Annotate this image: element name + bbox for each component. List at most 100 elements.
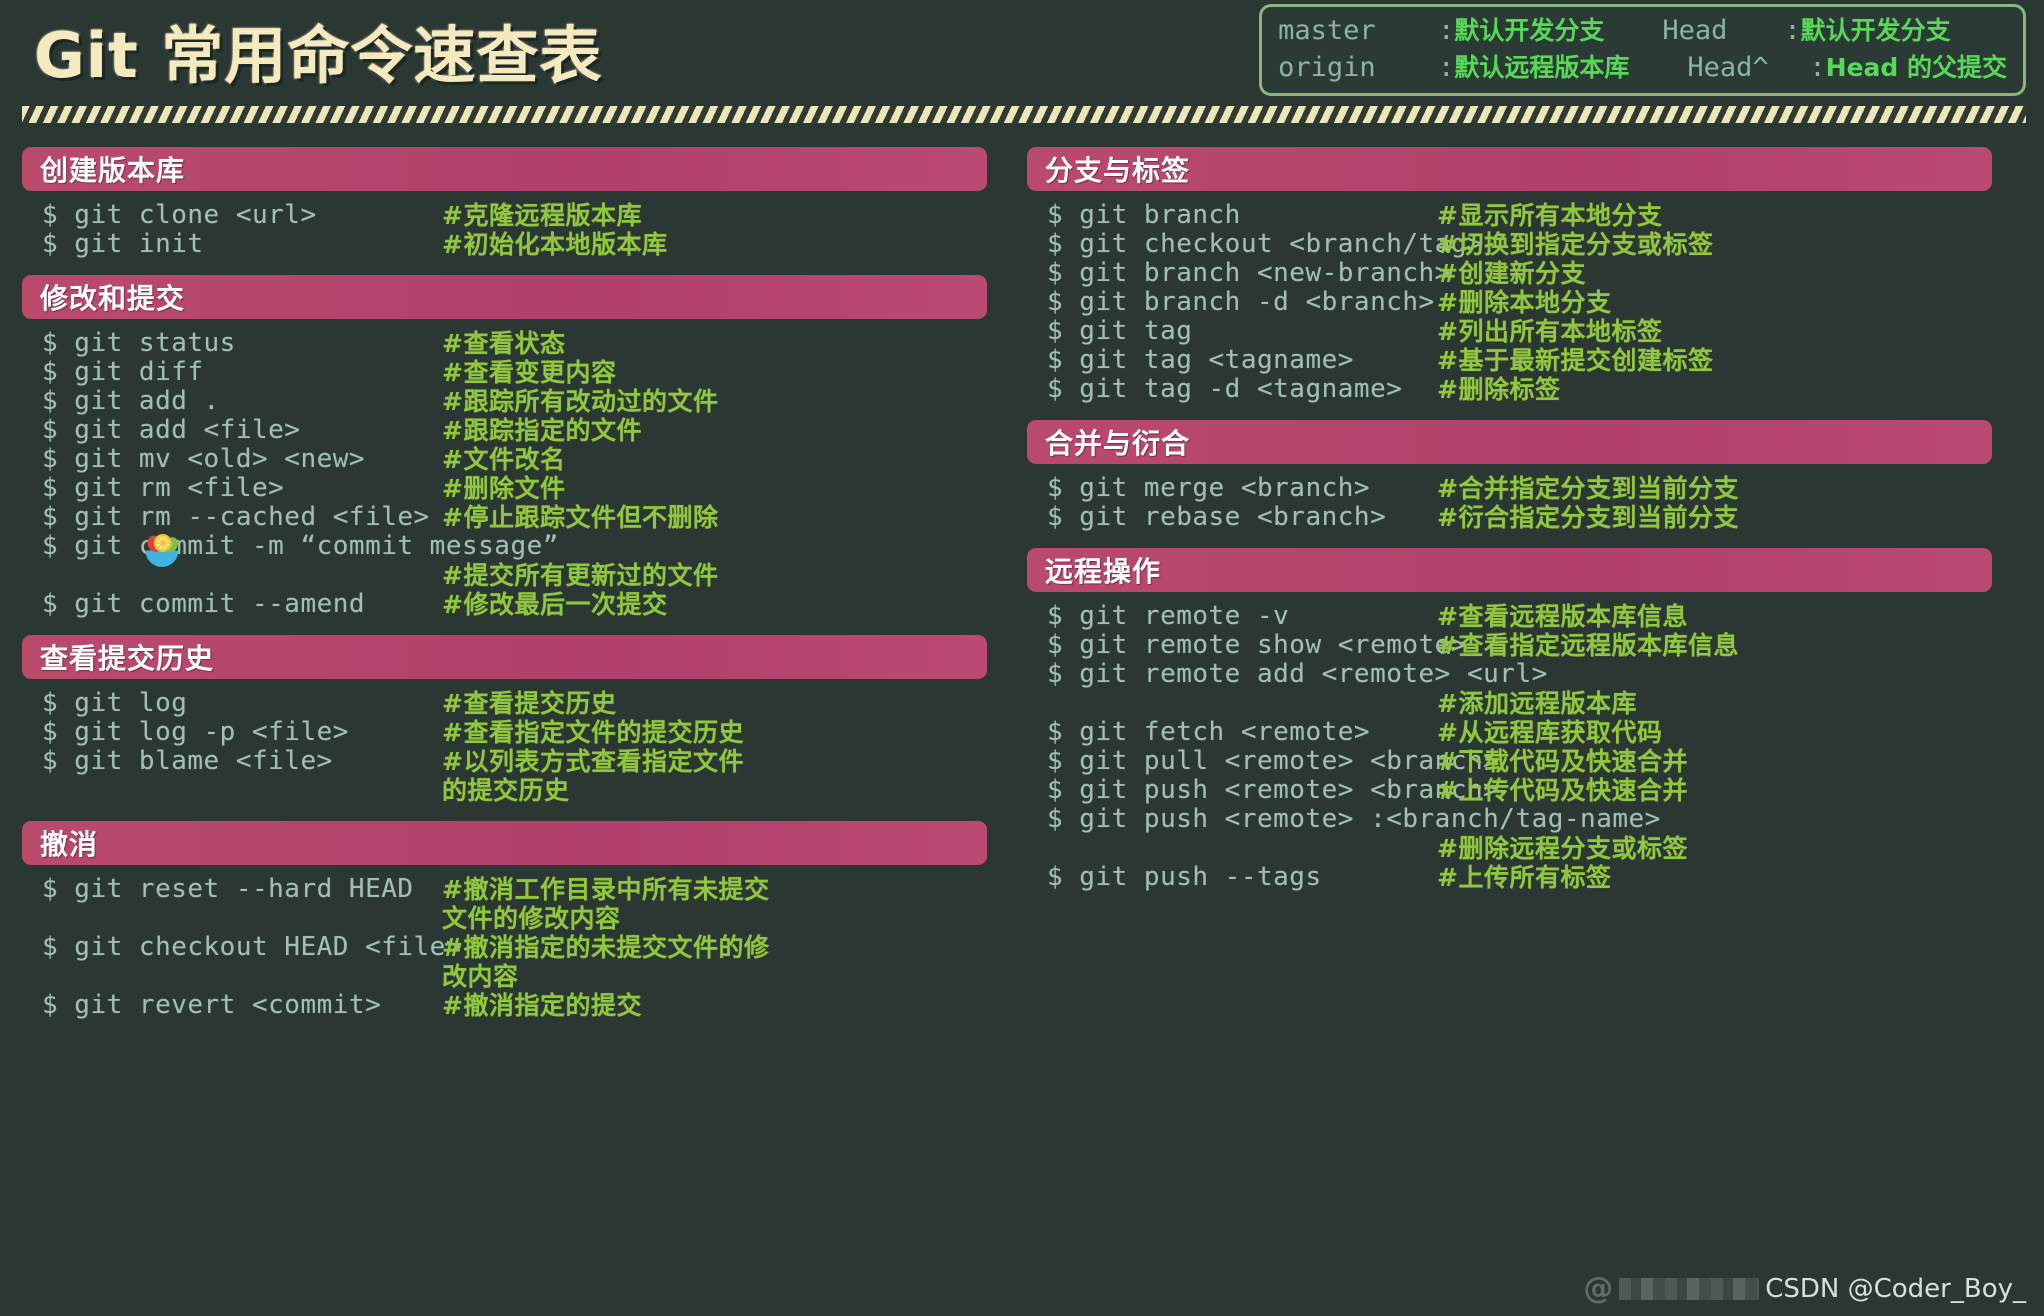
section-header: 合并与衍合 xyxy=(1027,420,1992,464)
comment-text: #提交所有更新过的文件 xyxy=(442,561,719,590)
command-text[interactable]: $ git branch <new-branch> xyxy=(1047,259,1450,288)
comment-text: #查看指定文件的提交历史 xyxy=(442,718,744,747)
comment-text: 文件的修改内容 xyxy=(442,904,621,933)
command-row: $ git remote -v #查看远程版本库信息 xyxy=(1047,602,1992,632)
command-row: $ git rm --cached <file> #停止跟踪文件但不删除 xyxy=(42,503,987,533)
command-section: 远程操作 $ git remote -v #查看远程版本库信息 $ git remot… xyxy=(1027,548,1992,892)
command-row: $ git pull <remote> <branch> #下载代码及快速合并 xyxy=(1047,747,1992,777)
comment-text: #文件改名 xyxy=(442,445,566,474)
command-text[interactable]: $ git push --tags xyxy=(1047,863,1437,892)
command-text[interactable]: $ git rm --cached <file> xyxy=(42,503,442,532)
command-row: $ git tag -d <tagname> #删除标签 xyxy=(1047,375,1992,405)
command-text[interactable]: $ git merge <branch> xyxy=(1047,474,1437,503)
command-row: $ git revert <commit> #撤消指定的提交 xyxy=(42,991,987,1021)
command-row: #删除远程分支或标签 xyxy=(1047,834,1992,863)
comment-text: #删除本地分支 xyxy=(1437,288,1612,317)
command-section: 分支与标签 $ git branch #显示所有本地分支 $ git checkout… xyxy=(1027,147,1992,404)
comment-text: #衍合指定分支到当前分支 xyxy=(1437,503,1739,532)
command-row: $ git mv <old> <new> #文件改名 xyxy=(42,445,987,475)
command-text[interactable]: $ git blame <file> xyxy=(42,747,442,776)
comment-text: #基于最新提交创建标签 xyxy=(1437,346,1714,375)
command-text[interactable]: $ git push <remote> <branch> xyxy=(1047,776,1499,805)
comment-text: #切换到指定分支或标签 xyxy=(1437,230,1714,259)
command-text[interactable]: $ git diff xyxy=(42,358,442,387)
command-text[interactable]: $ git rm <file> xyxy=(42,474,442,503)
at-symbol-icon: @ xyxy=(1583,1271,1614,1306)
command-text[interactable]: $ git revert <commit> xyxy=(42,991,442,1020)
command-text[interactable]: $ git commit --amend xyxy=(42,590,442,619)
comment-text: #列出所有本地标签 xyxy=(1437,317,1663,346)
legend-term-head: Head xyxy=(1662,14,1728,46)
command-text[interactable]: $ git clone <url> xyxy=(42,201,442,230)
comment-text: #修改最后一次提交 xyxy=(442,590,668,619)
section-title: 修改和提交 xyxy=(40,282,186,315)
comment-text: #上传代码及快速合并 xyxy=(1437,776,1688,805)
comment-text: #创建新分支 xyxy=(1437,259,1586,288)
command-text[interactable]: $ git push <remote> :<branch/tag-name> xyxy=(1047,805,1660,834)
command-row: 的提交历史 xyxy=(42,776,987,805)
command-row: $ git log -p <file> #查看指定文件的提交历史 xyxy=(42,718,987,748)
command-text[interactable]: $ git commit -m “commit message” xyxy=(42,532,558,561)
command-text[interactable]: $ git pull <remote> <branch> xyxy=(1047,747,1499,776)
legend-def-head-caret: Head 的父提交 xyxy=(1825,52,2007,82)
comment-text: #显示所有本地分支 xyxy=(1437,201,1663,230)
comment-text: #查看远程版本库信息 xyxy=(1437,602,1688,631)
left-column: 创建版本库 $ git clone <url> #克隆远程版本库 $ git init… xyxy=(22,147,987,1036)
command-text[interactable]: $ git remote show <remote> xyxy=(1047,631,1467,660)
section-title: 合并与衍合 xyxy=(1045,427,1191,460)
comment-text: #查看变更内容 xyxy=(442,358,617,387)
command-text[interactable]: $ git branch xyxy=(1047,201,1437,230)
command-text[interactable]: $ git remote add <remote> <url> xyxy=(1047,660,1547,689)
command-text[interactable]: $ git checkout <branch/tag> xyxy=(1047,230,1483,259)
command-text[interactable]: $ git checkout HEAD <file> xyxy=(42,933,462,962)
command-text[interactable]: $ git branch -d <branch> xyxy=(1047,288,1437,317)
striped-divider xyxy=(22,106,2026,123)
command-text[interactable]: $ git add . xyxy=(42,387,442,416)
command-section: 修改和提交 $ git status #查看状态 $ git diff #查看变更内容 $… xyxy=(22,275,987,619)
command-row: $ git init #初始化本地版本库 xyxy=(42,230,987,260)
comment-text: #撤消指定的未提交文件的修 xyxy=(442,933,770,962)
command-row: $ git rm <file> #删除文件 xyxy=(42,474,987,504)
comment-text: #下载代码及快速合并 xyxy=(1437,747,1688,776)
comment-text: #查看指定远程版本库信息 xyxy=(1437,631,1739,660)
legend-row: master : 默认开发分支 Head : 默认开发分支 xyxy=(1278,14,2007,49)
legend-box: master : 默认开发分支 Head : 默认开发分支 origin : 默… xyxy=(1259,3,2026,97)
command-row: 文件的修改内容 xyxy=(42,904,987,933)
command-text[interactable]: $ git rebase <branch> xyxy=(1047,503,1437,532)
command-text[interactable]: $ git tag -d <tagname> xyxy=(1047,375,1437,404)
section-header: 查看提交历史 xyxy=(22,635,987,679)
comment-text: #克隆远程版本库 xyxy=(442,201,642,230)
comment-text: #跟踪所有改动过的文件 xyxy=(442,387,719,416)
command-list: $ git branch #显示所有本地分支 $ git checkout <bra… xyxy=(1027,191,1992,405)
command-text[interactable]: $ git remote -v xyxy=(1047,602,1437,631)
comment-text: #删除文件 xyxy=(442,474,566,503)
command-text[interactable]: $ git log -p <file> xyxy=(42,718,442,747)
command-row: $ git log #查看提交历史 xyxy=(42,689,987,719)
legend-sep: : xyxy=(1438,51,1455,83)
command-text[interactable]: $ git fetch <remote> xyxy=(1047,718,1437,747)
command-list: $ git clone <url> #克隆远程版本库 $ git init #初始化本… xyxy=(22,191,987,260)
command-text[interactable]: $ git status xyxy=(42,329,442,358)
command-row: #提交所有更新过的文件 xyxy=(42,561,987,590)
comment-text: #撤消指定的提交 xyxy=(442,991,642,1020)
command-row: $ git add <file> #跟踪指定的文件 xyxy=(42,416,987,446)
command-text[interactable]: $ git add <file> xyxy=(42,416,442,445)
comment-text: #初始化本地版本库 xyxy=(442,230,668,259)
command-row: $ git clone <url> #克隆远程版本库 xyxy=(42,201,987,231)
comment-text: #撤消工作目录中所有未提交 xyxy=(442,875,770,904)
legend-term-head-caret: Head^ xyxy=(1687,51,1769,83)
page-header: Git 常用命令速查表 master : 默认开发分支 Head : 默认开发分… xyxy=(0,0,2044,100)
comment-text: #以列表方式查看指定文件 xyxy=(442,747,744,776)
command-text[interactable]: $ git log xyxy=(42,689,442,718)
command-list: $ git status #查看状态 $ git diff #查看变更内容 $ git … xyxy=(22,319,987,620)
section-header: 修改和提交 xyxy=(22,275,987,319)
command-text[interactable]: $ git tag <tagname> xyxy=(1047,346,1437,375)
watermark: @ CSDN @Coder_Boy_ xyxy=(1583,1271,2026,1306)
command-text[interactable]: $ git tag xyxy=(1047,317,1437,346)
command-text[interactable]: $ git mv <old> <new> xyxy=(42,445,442,474)
command-text[interactable]: $ git reset --hard HEAD xyxy=(42,875,442,904)
command-text[interactable]: $ git init xyxy=(42,230,442,259)
command-row: $ git remote show <remote> #查看指定远程版本库信息 xyxy=(1047,631,1992,661)
git-cheatsheet-page: Git 常用命令速查表 master : 默认开发分支 Head : 默认开发分… xyxy=(0,0,2044,1316)
comment-text: #查看提交历史 xyxy=(442,689,617,718)
